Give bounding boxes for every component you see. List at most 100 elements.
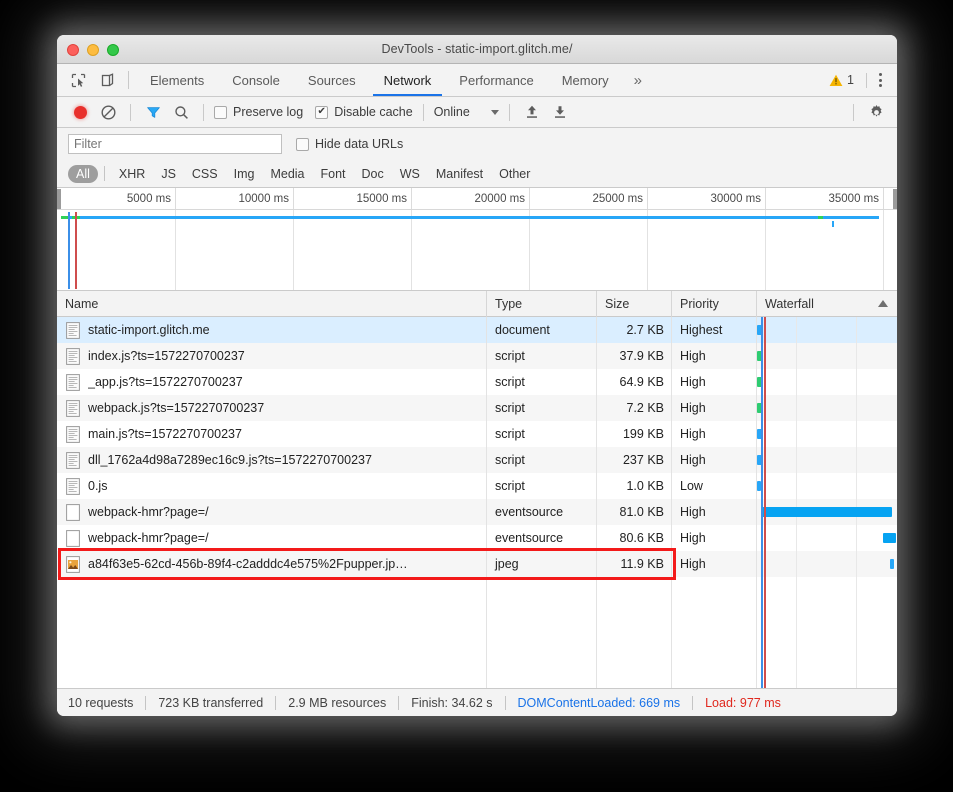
toolbar-divider-1 [130,104,131,121]
column-header-priority[interactable]: Priority [672,291,757,317]
type-filter-other[interactable]: Other [491,165,538,183]
request-size: 80.6 KB [620,531,664,545]
request-priority: High [680,557,706,571]
tab-elements[interactable]: Elements [136,64,218,96]
toolbar-divider-4 [509,104,510,121]
cell-priority: Highest [672,317,757,343]
table-row[interactable]: webpack-hmr?page=/eventsource81.0 KBHigh [57,499,897,525]
table-row[interactable]: webpack-hmr?page=/eventsource80.6 KBHigh [57,525,897,551]
window-traffic-lights [67,44,119,56]
clear-no-entry-icon[interactable] [96,100,120,124]
more-tabs-chevron-icon[interactable]: » [623,64,653,96]
document-file-icon [66,452,80,469]
type-filter-js[interactable]: JS [153,165,184,183]
filter-input[interactable] [68,134,282,154]
request-size: 1.0 KB [626,479,664,493]
type-filter-all[interactable]: All [68,165,98,183]
minimize-window-button[interactable] [87,44,99,56]
download-arrow-icon[interactable] [548,100,572,124]
network-overview-timeline[interactable]: 5000 ms 10000 ms 15000 ms 20000 ms 25000… [57,188,897,291]
type-filter-divider [104,166,105,181]
hide-data-urls-checkbox[interactable]: Hide data URLs [296,137,403,151]
type-filter-img[interactable]: Img [226,165,263,183]
funnel-filter-icon[interactable] [141,100,165,124]
table-header-row: Name Type Size Priority Waterfall [57,291,897,317]
overview-right-handle[interactable] [893,189,897,209]
overview-green-segment [61,216,68,219]
table-row[interactable]: main.js?ts=1572270700237script199 KBHigh [57,421,897,447]
status-load: Load: 977 ms [693,696,793,710]
cell-type: document [487,317,597,343]
column-header-waterfall[interactable]: Waterfall [757,291,897,317]
request-name: 0.js [88,479,107,493]
cell-waterfall [757,421,896,447]
table-row[interactable]: a84f63e5-62cd-456b-89f4-c2adddc4e575%2Fp… [57,551,897,577]
filter-bar: Hide data URLs [57,128,897,160]
toolbar-divider-5 [853,104,854,121]
column-header-name[interactable]: Name [57,291,487,317]
throttling-dropdown[interactable]: Online [434,105,499,119]
document-file-icon [66,426,80,443]
zoom-window-button[interactable] [107,44,119,56]
request-size: 199 KB [623,427,664,441]
tab-sources[interactable]: Sources [294,64,370,96]
device-toolbar-icon[interactable] [96,68,120,92]
toolbar-divider-2 [203,104,204,121]
type-filter-manifest[interactable]: Manifest [428,165,491,183]
overview-left-handle[interactable] [57,189,61,209]
table-row[interactable]: index.js?ts=1572270700237script37.9 KBHi… [57,343,897,369]
cell-type: script [487,421,597,447]
toolbar-divider-3 [423,104,424,121]
kebab-menu-icon[interactable] [871,73,888,87]
record-button-icon[interactable] [68,100,92,124]
preserve-log-checkbox[interactable]: Preserve log [214,105,303,119]
table-row[interactable]: webpack.js?ts=1572270700237script7.2 KBH… [57,395,897,421]
type-filter-ws[interactable]: WS [392,165,428,183]
table-row[interactable]: dll_1762a4d98a7289ec16c9.js?ts=157227070… [57,447,897,473]
cell-name: index.js?ts=1572270700237 [57,343,487,369]
hide-data-urls-checkbox-box[interactable] [296,138,309,151]
table-row[interactable]: 0.jsscript1.0 KBLow [57,473,897,499]
overview-green-segment [818,216,823,219]
cell-size: 80.6 KB [597,525,672,551]
preserve-log-checkbox-box[interactable] [214,106,227,119]
overview-tick: 35000 ms [766,188,884,209]
status-finish: Finish: 34.62 s [399,696,504,710]
cell-waterfall [757,499,896,525]
column-header-size[interactable]: Size [597,291,672,317]
type-filter-css[interactable]: CSS [184,165,226,183]
request-size: 11.9 KB [620,557,664,571]
table-row[interactable]: static-import.glitch.medocument2.7 KBHig… [57,317,897,343]
disable-cache-checkbox-box[interactable] [315,106,328,119]
upload-arrow-icon[interactable] [520,100,544,124]
column-header-type[interactable]: Type [487,291,597,317]
close-window-button[interactable] [67,44,79,56]
request-priority: High [680,349,706,363]
type-filter-xhr[interactable]: XHR [111,165,153,183]
overview-ruler: 5000 ms 10000 ms 15000 ms 20000 ms 25000… [57,188,897,210]
tab-console[interactable]: Console [218,64,294,96]
tab-network[interactable]: Network [370,64,446,96]
disable-cache-checkbox[interactable]: Disable cache [315,105,413,119]
cell-name: _app.js?ts=1572270700237 [57,369,487,395]
type-filter-doc[interactable]: Doc [354,165,392,183]
tab-memory[interactable]: Memory [548,64,623,96]
request-type: document [495,323,550,337]
cell-size: 2.7 KB [597,317,672,343]
cell-waterfall [757,447,896,473]
gear-settings-icon[interactable] [864,100,888,124]
table-row[interactable]: _app.js?ts=1572270700237script64.9 KBHig… [57,369,897,395]
type-filter-media[interactable]: Media [262,165,312,183]
tab-performance[interactable]: Performance [445,64,547,96]
preserve-log-label: Preserve log [233,105,303,119]
magnifier-search-icon[interactable] [169,100,193,124]
cell-priority: High [672,369,757,395]
request-priority: Highest [680,323,722,337]
inspect-element-icon[interactable] [66,68,90,92]
cell-name: webpack.js?ts=1572270700237 [57,395,487,421]
type-filter-font[interactable]: Font [313,165,354,183]
warning-indicator[interactable]: 1 [829,73,862,87]
cell-waterfall [757,317,896,343]
disable-cache-label: Disable cache [334,105,413,119]
overview-tick: 20000 ms [412,188,530,209]
